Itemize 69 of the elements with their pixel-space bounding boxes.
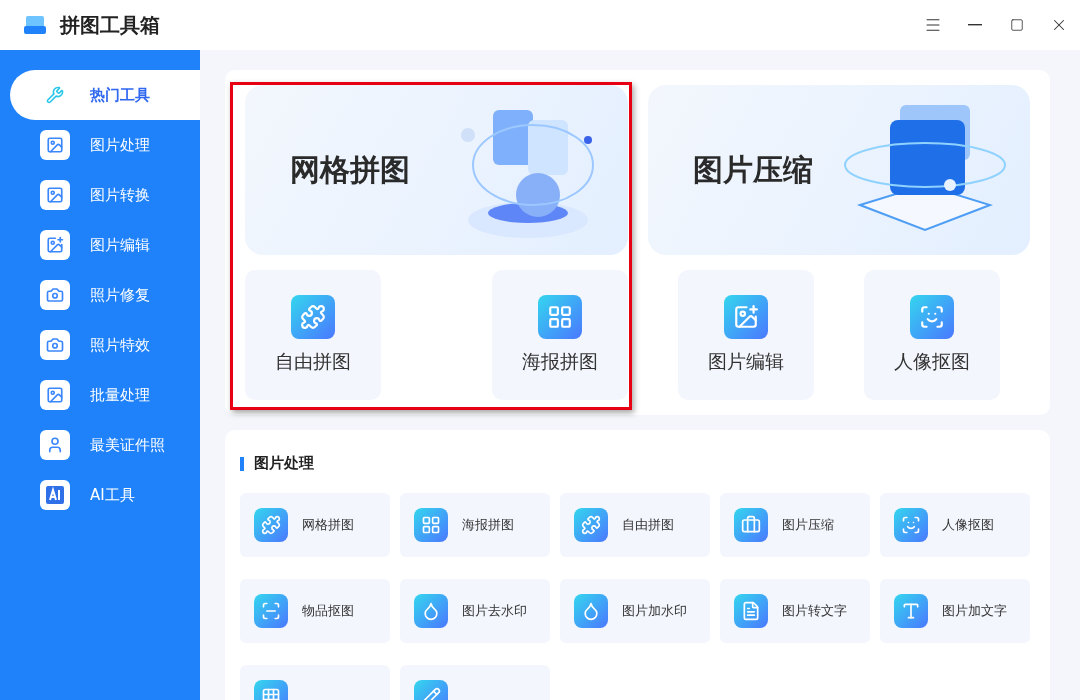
face-scan-icon [894, 508, 928, 542]
tool-card[interactable]: 自由拼图 [245, 270, 381, 400]
sidebar-item[interactable]: 最美证件照 [10, 420, 200, 470]
sidebar-label: 图片处理 [90, 135, 150, 155]
face-scan-icon [910, 295, 954, 339]
banner-title: 网格拼图 [290, 150, 410, 189]
tool-tile[interactable]: 物品抠图 [240, 579, 390, 643]
tool-label: 图片去水印 [462, 602, 527, 620]
tool-label: 自由拼图 [622, 516, 674, 534]
app-title: 拼图工具箱 [60, 11, 161, 39]
sidebar-item[interactable]: 图片处理 [10, 120, 200, 170]
sidebar-label: AI工具 [90, 485, 135, 505]
tool-card[interactable]: 人像抠图 [864, 270, 1000, 400]
tool-card[interactable]: 海报拼图 [491, 270, 628, 400]
tool-tile[interactable]: 图片去水印 [400, 579, 550, 643]
briefcase-icon [734, 508, 768, 542]
section-title: 图片处理 [254, 454, 314, 473]
sidebar-label: 图片编辑 [90, 235, 150, 255]
tool-label: 物品抠图 [302, 602, 354, 620]
tool-tile[interactable]: 网格拼图 [240, 493, 390, 557]
feature-banner[interactable]: 图片压缩 [647, 85, 1030, 255]
tool-label: 网格拼图 [302, 516, 354, 534]
puzzle-icon [291, 295, 335, 339]
tool-card[interactable]: 图片编辑 [677, 270, 814, 400]
puzzle-icon [254, 508, 288, 542]
tool-label: 图片转文字 [782, 602, 847, 620]
picture-edit-icon [723, 295, 768, 339]
sidebar-item[interactable]: 热门工具 [10, 70, 200, 120]
banner-title: 图片压缩 [692, 150, 813, 189]
sidebar-item[interactable]: 批量处理 [10, 370, 200, 420]
app-logo-icon [24, 14, 46, 36]
tool-label: 人像抠图 [942, 516, 994, 534]
tool-tile[interactable]: 图片加水印 [560, 579, 710, 643]
sidebar-label: 照片修复 [90, 285, 150, 305]
grid-icon [414, 508, 448, 542]
ai-icon [40, 480, 70, 510]
sidebar-label: 批量处理 [90, 385, 150, 405]
sidebar-item[interactable]: 照片修复 [10, 270, 200, 320]
tool-tile[interactable]: 图片转文字 [720, 579, 870, 643]
sidebar-item[interactable]: 图片转换 [10, 170, 200, 220]
picture-edit-icon [40, 230, 70, 260]
menu-icon [924, 16, 942, 34]
sidebar-item[interactable]: 图片编辑 [10, 220, 200, 270]
feature-banner[interactable]: 网格拼图 [245, 85, 628, 255]
tool-label: 自由拼图 [275, 349, 351, 374]
sidebar-item[interactable]: 照片特效 [10, 320, 200, 370]
tool-label: 人像抠图 [894, 349, 970, 374]
tool-label: 海报拼图 [521, 349, 598, 374]
tool-tile[interactable]: 图片加文字 [880, 579, 1030, 643]
tool-label: 海报拼图 [462, 516, 514, 534]
tool-label: 图片加文字 [942, 602, 1007, 620]
maximize-icon [1010, 18, 1024, 32]
puzzle-icon [574, 508, 608, 542]
sidebar-label: 图片转换 [90, 185, 150, 205]
tool-label: 图片压缩 [782, 516, 834, 534]
tool-label: 图片编辑 [707, 349, 784, 374]
sidebar-item[interactable]: AI工具 [10, 470, 200, 520]
person-icon [40, 430, 70, 460]
sidebar-label: 照片特效 [90, 335, 150, 355]
tool-tile[interactable]: 自由拼图 [560, 493, 710, 557]
sidebar-label: 最美证件照 [90, 435, 165, 455]
tool-tile[interactable]: 图片压缩 [720, 493, 870, 557]
sidebar-label: 热门工具 [90, 85, 150, 105]
tool-tile[interactable]: 人像抠图 [880, 493, 1030, 557]
tool-label: 图片加水印 [622, 602, 687, 620]
minimize-icon [968, 24, 982, 26]
grid-icon [537, 295, 582, 339]
tool-tile[interactable]: 海报拼图 [400, 493, 550, 557]
section-marker [240, 456, 244, 471]
